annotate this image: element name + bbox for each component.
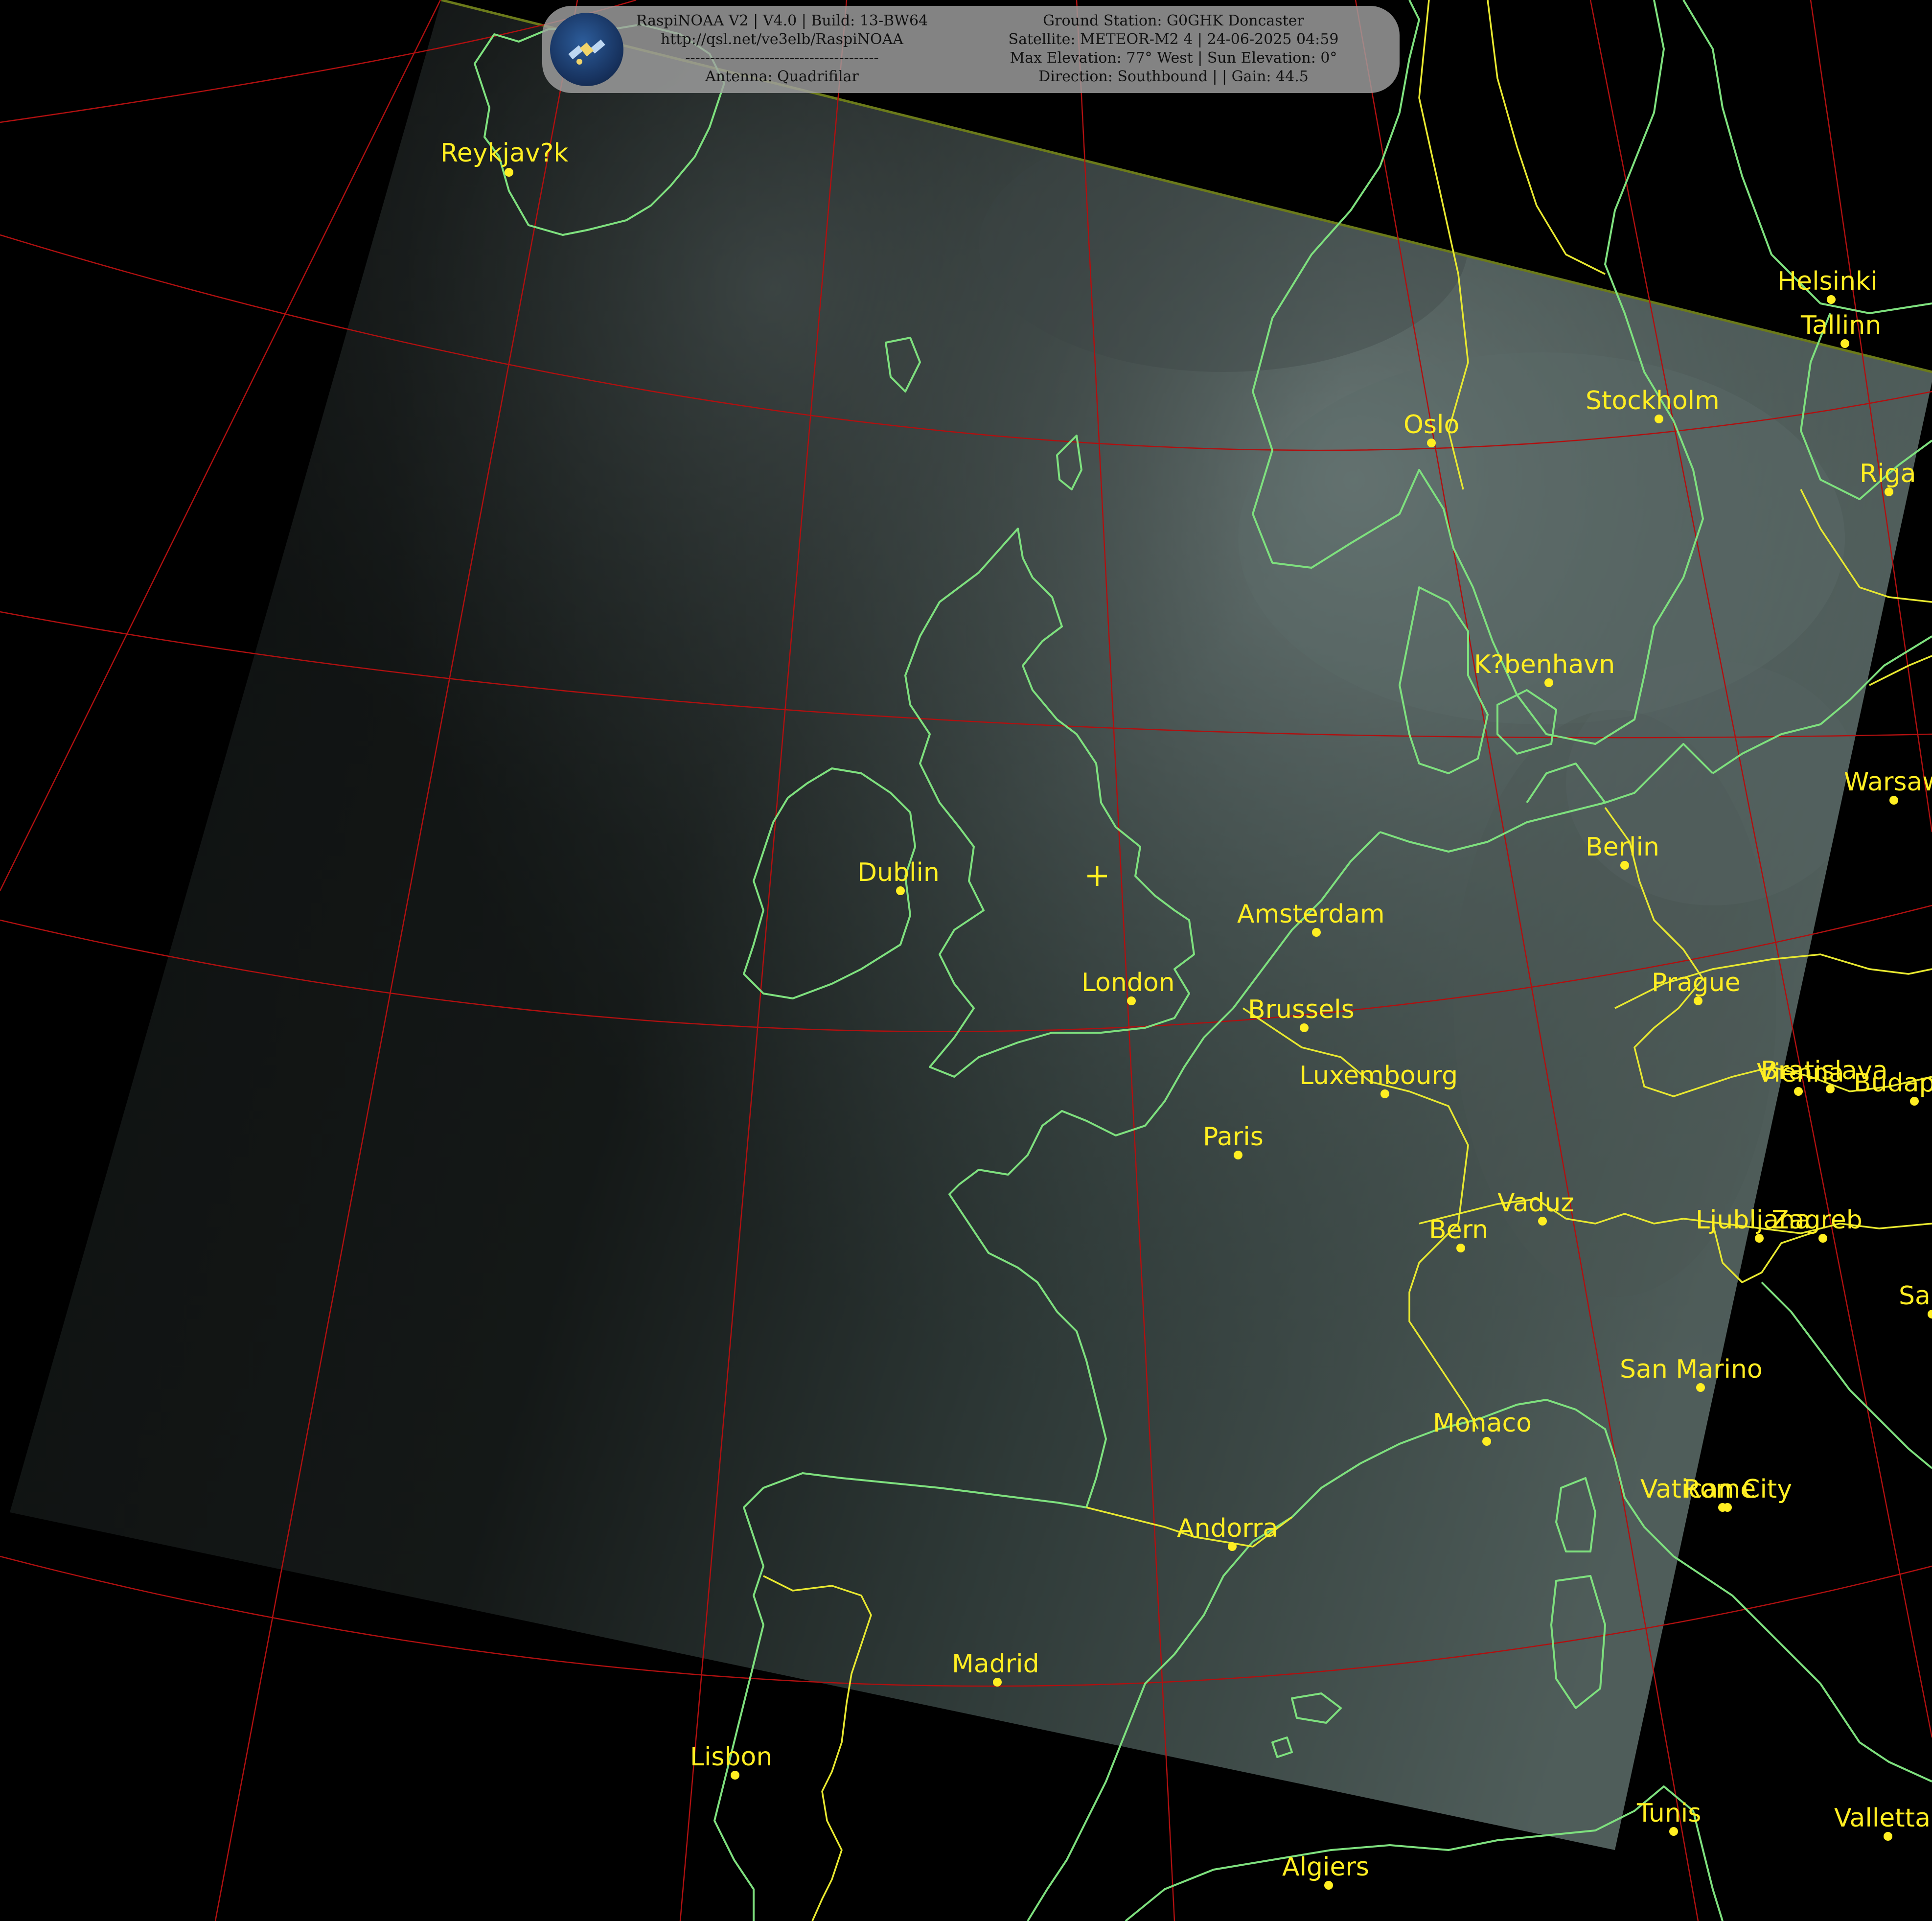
city-label-stockholm: Stockholm: [1586, 386, 1720, 416]
city-dot-andorra: [1228, 1542, 1237, 1551]
city-dot-reykjav-k: [505, 168, 513, 177]
city-dot-ljubljana: [1755, 1234, 1764, 1243]
header-info-panel: RaspiNOAA V2 | V4.0 | Build: 13-BW64 htt…: [542, 6, 1400, 93]
city-label-paris: Paris: [1203, 1122, 1264, 1152]
city-label-helsinki: Helsinki: [1777, 267, 1878, 296]
city-dot-paris: [1234, 1151, 1242, 1159]
city-label-berlin: Berlin: [1586, 833, 1659, 862]
city-dot-tallinn: [1840, 339, 1849, 348]
city-dot-valletta: [1884, 1832, 1892, 1841]
city-dot-dublin: [896, 886, 905, 895]
city-label-oslo: Oslo: [1403, 410, 1459, 440]
city-dot-budapest: [1910, 1097, 1919, 1106]
city-label-monaco: Monaco: [1433, 1409, 1532, 1438]
city-dot-warsaw: [1889, 796, 1898, 805]
city-dot-helsinki: [1827, 295, 1836, 304]
city-label-valletta: Valletta: [1834, 1804, 1931, 1833]
city-dot-vaduz: [1538, 1217, 1547, 1226]
header-left-line-1: RaspiNOAA V2 | V4.0 | Build: 13-BW64: [636, 12, 928, 29]
header-right-line-3: Max Elevation: 77° West | Sun Elevation:…: [1010, 49, 1337, 67]
city-label-london: London: [1081, 968, 1175, 997]
city-dot-prague: [1694, 996, 1702, 1005]
city-dot-zagreb: [1818, 1234, 1827, 1243]
coast-finland: [1682, 0, 1932, 314]
city-label-vaduz: Vaduz: [1497, 1188, 1574, 1218]
satellite-map: Reykjav?k Helsinki Tallinn Stockholm Oslo Rig…: [0, 0, 1932, 1921]
header-left-line-4: Antenna: Quadrifilar: [705, 68, 859, 85]
city-dot-monaco: [1482, 1437, 1491, 1446]
city-label-reykjav-k: Reykjav?k: [440, 139, 568, 168]
city-label-tallinn: Tallinn: [1800, 311, 1881, 340]
city-dot-stockholm: [1655, 415, 1663, 423]
city-label-tunis: Tunis: [1636, 1799, 1701, 1828]
city-label-brussels: Brussels: [1248, 995, 1355, 1024]
city-label-amsterdam: Amsterdam: [1237, 900, 1385, 929]
city-dot-algiers: [1324, 1881, 1333, 1890]
city-dot-riga: [1885, 487, 1893, 496]
city-dot-vienna: [1794, 1087, 1803, 1096]
city-dot-bern: [1456, 1244, 1465, 1252]
city-dot-london: [1127, 996, 1136, 1005]
city-dot-brussels: [1300, 1023, 1309, 1032]
city-label-rome: Rome: [1683, 1475, 1756, 1504]
city-dot-rome: [1723, 1503, 1732, 1512]
city-label-dublin: Dublin: [857, 858, 940, 887]
city-dot-oslo: [1427, 439, 1436, 447]
city-label-madrid: Madrid: [952, 1649, 1039, 1679]
city-label-andorra: Andorra: [1177, 1514, 1278, 1543]
city-dot-tunis: [1669, 1827, 1678, 1836]
header-right-line-2: Satellite: METEOR-M2 4 | 24-06-2025 04:5…: [1008, 31, 1339, 48]
city-label-vienna: Vienna: [1757, 1059, 1844, 1088]
city-label-lisbon: Lisbon: [690, 1742, 772, 1772]
city-dot-luxembourg: [1380, 1089, 1389, 1098]
header-left-column: RaspiNOAA V2 | V4.0 | Build: 13-BW64 htt…: [621, 12, 943, 86]
city-label-prague: Prague: [1652, 968, 1741, 997]
image-swath: [10, 0, 1932, 1850]
city-dot-berlin: [1620, 861, 1629, 870]
header-left-line-3: ---------------------------------------: [685, 49, 879, 67]
city-label-san-marino: San Marino: [1620, 1355, 1763, 1384]
header-right-column: Ground Station: G0GHK Doncaster Satellit…: [963, 12, 1384, 86]
city-label-budapest: Budapest: [1854, 1068, 1932, 1098]
city-dot-sarajevo: [1928, 1310, 1932, 1319]
city-label-sarajevo: Sarajevo: [1899, 1281, 1932, 1311]
city-label-algiers: Algiers: [1282, 1852, 1369, 1882]
city-dot-amsterdam: [1312, 928, 1321, 937]
city-dot-san-marino: [1696, 1383, 1705, 1392]
header-left-line-2: http://qsl.net/ve3elb/RaspiNOAA: [661, 31, 903, 48]
city-label-warsaw: Warsaw: [1844, 767, 1932, 797]
city-dot-madrid: [993, 1678, 1002, 1687]
header-right-line-4: Direction: Southbound | | Gain: 44.5: [1038, 68, 1309, 85]
city-label-zagreb: Zagreb: [1771, 1205, 1863, 1235]
city-label-k-benhavn: K?benhavn: [1474, 650, 1615, 679]
city-label-luxembourg: Luxembourg: [1299, 1061, 1458, 1090]
satellite-icon-graphic: [568, 39, 605, 65]
satellite-icon: [550, 13, 623, 86]
city-label-riga: Riga: [1860, 459, 1916, 488]
city-label-bern: Bern: [1429, 1215, 1488, 1245]
city-dot-lisbon: [731, 1771, 739, 1780]
city-dot-k-benhavn: [1544, 678, 1553, 687]
header-right-line-1: Ground Station: G0GHK Doncaster: [1043, 12, 1304, 29]
